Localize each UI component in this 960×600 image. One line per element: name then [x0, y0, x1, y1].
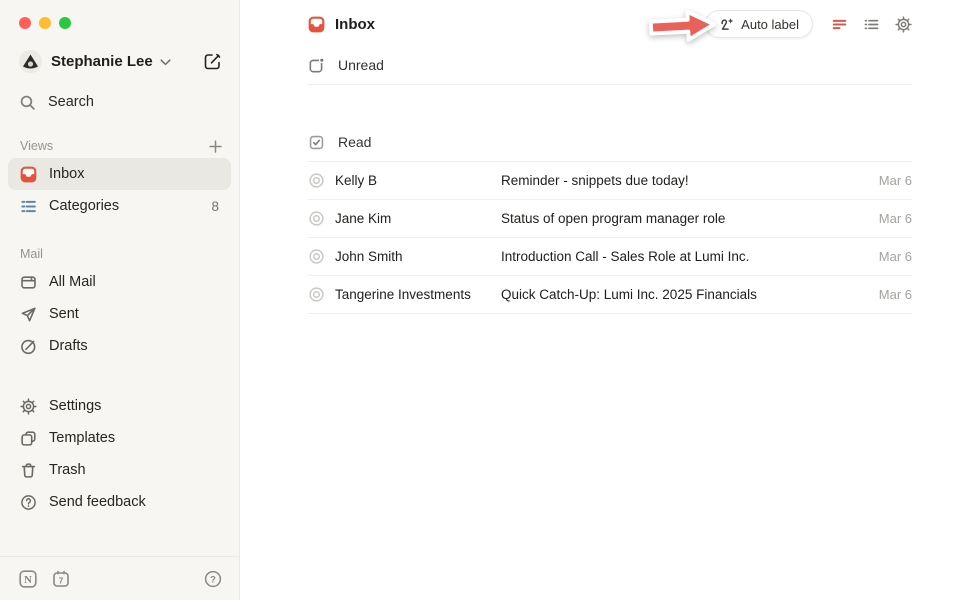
- svg-text:?: ?: [210, 574, 216, 585]
- email-sender: Tangerine Investments: [335, 287, 501, 302]
- sidebar-item-drafts[interactable]: Drafts: [8, 330, 231, 362]
- email-subject: Introduction Call - Sales Role at Lumi I…: [501, 249, 879, 264]
- email-list: Unread Read Kelly B Reminder - snippets …: [240, 51, 960, 314]
- sidebar-item-sent[interactable]: Sent: [8, 298, 231, 330]
- zoom-window-button[interactable]: [59, 17, 71, 29]
- sidebar-item-label: Settings: [49, 398, 101, 414]
- sidebar-item-templates[interactable]: Templates: [8, 422, 231, 454]
- email-row[interactable]: Kelly B Reminder - snippets due today! M…: [308, 162, 912, 200]
- inbox-icon: [20, 166, 37, 183]
- search-label: Search: [48, 94, 94, 110]
- read-indicator-icon: [308, 286, 325, 303]
- filter-icon[interactable]: [831, 16, 848, 33]
- auto-label-button-label: Auto label: [741, 17, 799, 32]
- chevron-down-icon: [160, 59, 171, 66]
- all-mail-icon: [20, 274, 37, 291]
- email-sender: John Smith: [335, 249, 501, 264]
- sidebar-footer: N 7 ?: [0, 556, 239, 600]
- email-date: Mar 6: [879, 287, 912, 302]
- email-subject: Quick Catch-Up: Lumi Inc. 2025 Financial…: [501, 287, 879, 302]
- email-row[interactable]: Jane Kim Status of open program manager …: [308, 200, 912, 238]
- add-view-icon[interactable]: [208, 139, 223, 154]
- categories-icon: [20, 198, 37, 215]
- unread-section-label: Unread: [338, 57, 384, 73]
- search-button[interactable]: Search: [0, 86, 239, 118]
- email-row[interactable]: John Smith Introduction Call - Sales Rol…: [308, 238, 912, 276]
- question-circle-icon: [20, 494, 37, 511]
- search-icon: [19, 94, 36, 111]
- sidebar-item-label: Drafts: [49, 338, 88, 354]
- email-date: Mar 6: [879, 173, 912, 188]
- window-controls: [0, 0, 239, 29]
- sent-icon: [20, 306, 37, 323]
- notion-logo-icon[interactable]: N: [19, 570, 37, 588]
- email-row[interactable]: Tangerine Investments Quick Catch-Up: Lu…: [308, 276, 912, 314]
- auto-label-sparkle-icon: [719, 17, 734, 32]
- calendar-icon[interactable]: 7: [52, 570, 70, 588]
- sidebar-item-label: Categories: [49, 198, 119, 214]
- main-header: Inbox Auto label: [240, 0, 960, 38]
- sidebar: Stephanie Lee Search Views Inbox: [0, 0, 240, 600]
- sidebar-item-label: Send feedback: [49, 494, 146, 510]
- unread-section-header[interactable]: Unread: [308, 51, 912, 79]
- close-window-button[interactable]: [19, 17, 31, 29]
- auto-label-button[interactable]: Auto label: [705, 10, 813, 38]
- help-icon[interactable]: ?: [204, 570, 222, 588]
- sidebar-item-label: Sent: [49, 306, 79, 322]
- read-indicator-icon: [308, 210, 325, 227]
- list-view-icon[interactable]: [863, 16, 880, 33]
- profile-name: Stephanie Lee: [51, 53, 153, 70]
- sidebar-item-send-feedback[interactable]: Send feedback: [8, 486, 231, 518]
- sidebar-item-label: Templates: [49, 430, 115, 446]
- sidebar-item-label: Inbox: [49, 166, 84, 182]
- read-section-label: Read: [338, 134, 371, 150]
- read-indicator-icon: [308, 172, 325, 189]
- gear-icon: [20, 398, 37, 415]
- email-subject: Reminder - snippets due today!: [501, 173, 879, 188]
- categories-count-badge: 8: [211, 199, 219, 214]
- read-indicator-icon: [308, 248, 325, 265]
- trash-icon: [20, 462, 37, 479]
- mail-section-header: Mail: [0, 242, 239, 266]
- page-title: Inbox: [335, 16, 375, 33]
- account-switcher[interactable]: Stephanie Lee: [19, 49, 222, 73]
- email-date: Mar 6: [879, 211, 912, 226]
- compose-icon[interactable]: [203, 52, 222, 71]
- views-section-header: Views: [0, 134, 239, 158]
- settings-gear-icon[interactable]: [895, 16, 912, 33]
- section-divider: [308, 84, 912, 85]
- sidebar-item-label: All Mail: [49, 274, 96, 290]
- email-sender: Kelly B: [335, 173, 501, 188]
- svg-text:N: N: [24, 574, 32, 586]
- unread-icon: [308, 57, 325, 74]
- sidebar-item-label: Trash: [49, 462, 86, 478]
- email-subject: Status of open program manager role: [501, 211, 879, 226]
- read-checkbox-icon: [308, 134, 325, 151]
- main-panel: Inbox Auto label: [240, 0, 960, 600]
- sidebar-item-categories[interactable]: Categories 8: [8, 190, 231, 222]
- sidebar-item-trash[interactable]: Trash: [8, 454, 231, 486]
- read-section-header[interactable]: Read: [308, 128, 912, 156]
- mail-label: Mail: [20, 247, 43, 261]
- svg-text:7: 7: [59, 575, 64, 585]
- minimize-window-button[interactable]: [39, 17, 51, 29]
- views-label: Views: [20, 139, 53, 153]
- drafts-icon: [20, 338, 37, 355]
- sidebar-item-inbox[interactable]: Inbox: [8, 158, 231, 190]
- sidebar-item-settings[interactable]: Settings: [8, 390, 231, 422]
- templates-icon: [20, 430, 37, 447]
- email-sender: Jane Kim: [335, 211, 501, 226]
- email-date: Mar 6: [879, 249, 912, 264]
- inbox-icon: [308, 16, 325, 33]
- avatar: [19, 50, 42, 73]
- sidebar-item-all-mail[interactable]: All Mail: [8, 266, 231, 298]
